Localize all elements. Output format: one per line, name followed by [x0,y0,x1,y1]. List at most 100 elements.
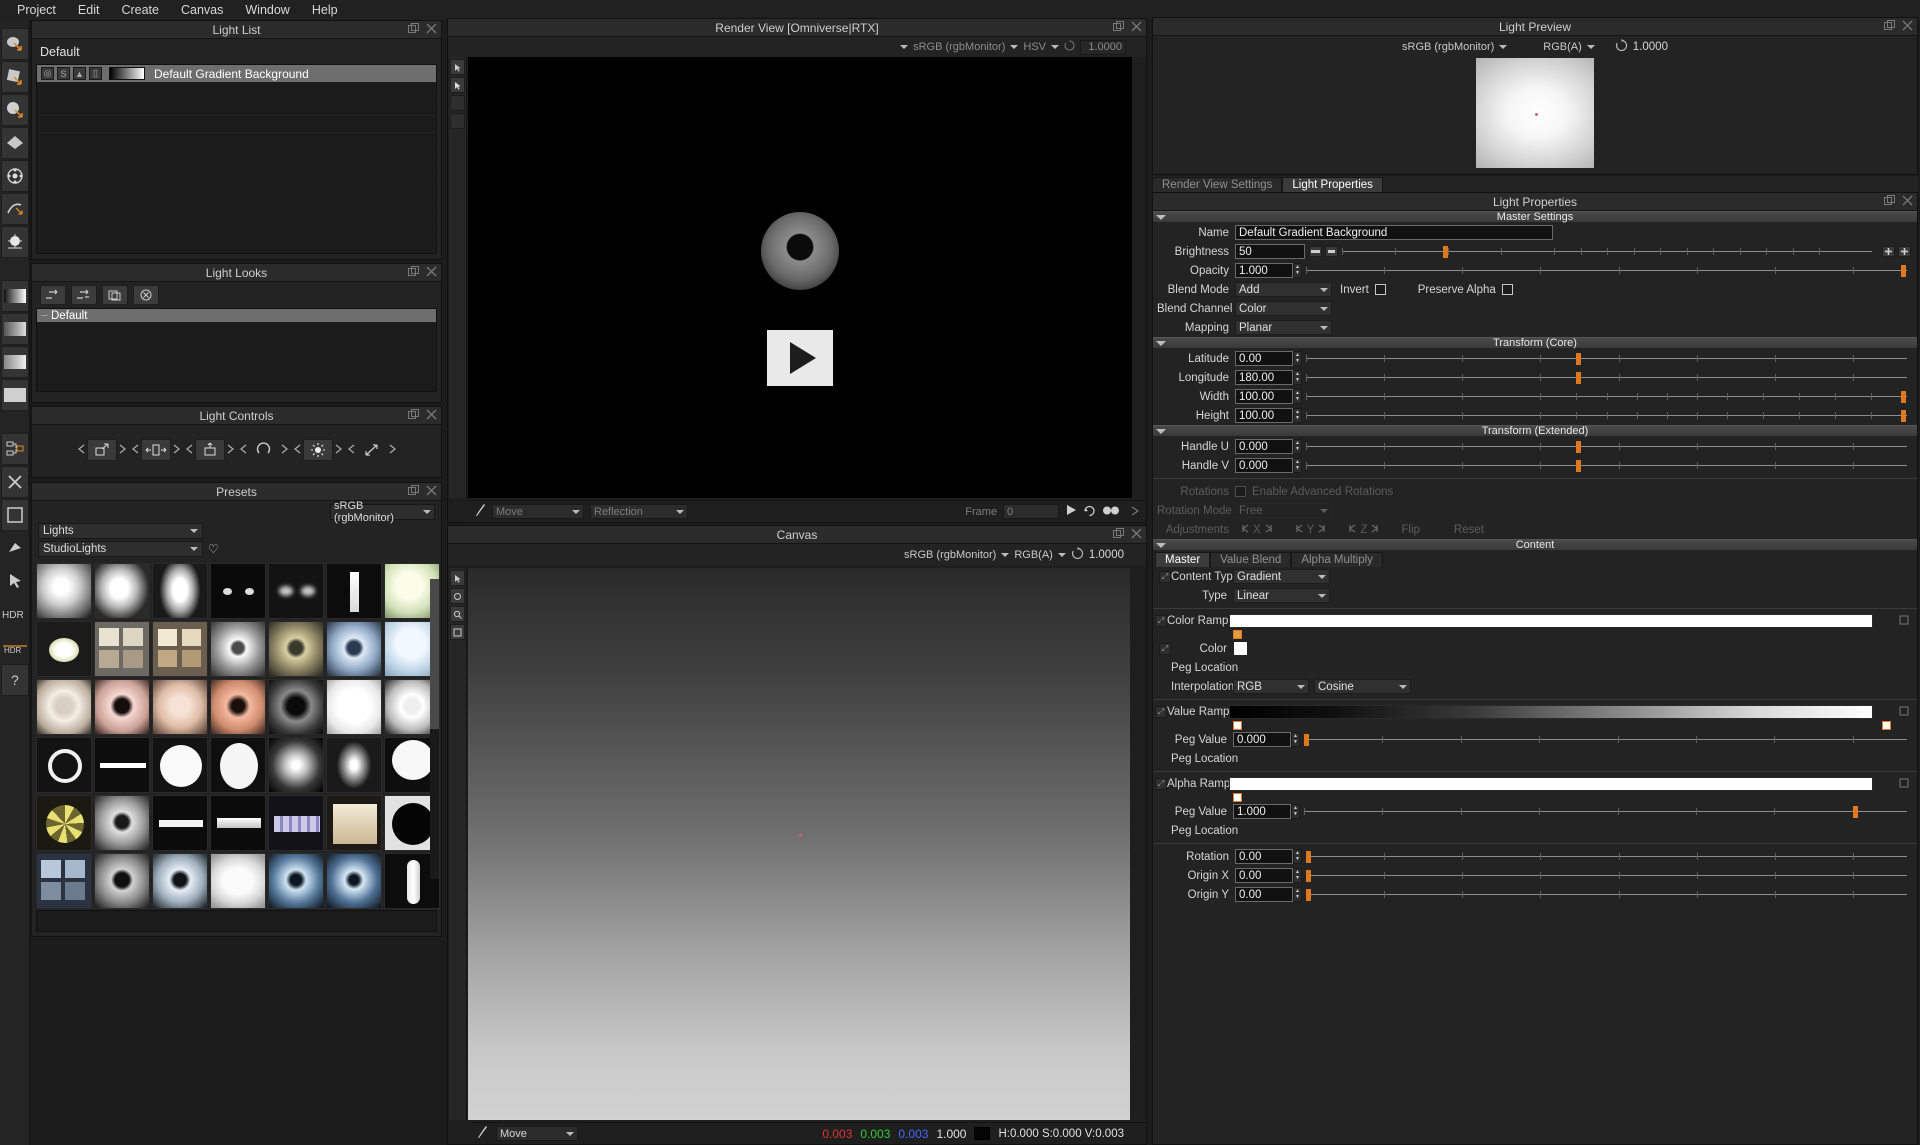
rotate-control[interactable] [239,439,288,461]
preset-thumbnail[interactable] [268,621,324,677]
preset-thumbnail[interactable] [36,737,92,793]
height-slider[interactable] [1306,408,1907,423]
alpha-ramp-widget[interactable] [1229,777,1873,791]
handle-u-input[interactable]: 0.000 [1235,439,1293,454]
presets-subcategory-select[interactable]: StudioLights [38,541,203,557]
stretch-control[interactable] [347,439,396,461]
latitude-stepper[interactable]: ▲ ▼ [1293,351,1302,366]
ramp-peg[interactable] [1882,721,1891,730]
alpha-ramp-pegs[interactable] [1233,793,1891,802]
canvas-tool-select[interactable]: Move [496,1126,578,1141]
loop-icon[interactable] [1083,504,1096,520]
canvas-colorspace[interactable]: sRGB (rgbMonitor) [904,549,996,561]
preset-thumbnail[interactable] [152,563,208,619]
preset-thumbnail[interactable] [268,563,324,619]
section-content[interactable]: Content [1153,539,1917,551]
chevron-down-icon[interactable] [1057,553,1066,557]
tab-render-view-settings[interactable]: Render View Settings [1152,177,1283,192]
right-arrow-icon[interactable] [118,443,126,458]
preset-thumbnail[interactable] [94,563,150,619]
presets-scrollbar[interactable] [430,579,439,879]
light-preview-channel[interactable]: RGB(A) [1543,41,1582,53]
left-arrow-icon[interactable] [1295,524,1304,536]
canvas-channel[interactable]: RGB(A) [1014,549,1053,561]
rotate-icon[interactable] [249,439,279,461]
chevron-down-icon[interactable] [1051,45,1059,49]
undock-icon[interactable] [408,266,419,277]
color-swatch[interactable] [1233,641,1248,656]
pointer-icon[interactable] [1,565,29,597]
latitude-input[interactable]: 0.00 [1235,351,1293,366]
close-icon[interactable] [426,23,437,34]
render-view-tool-4[interactable] [450,113,465,129]
duplicate-look-icon[interactable] [71,285,97,305]
chevron-down-icon[interactable] [1499,45,1508,49]
handle-v-slider[interactable] [1306,458,1907,473]
frame-input[interactable]: 0 [1003,504,1059,519]
gradient-bar3-icon[interactable] [1,346,29,378]
light-preview-colorspace[interactable]: sRGB (rgbMonitor) [1402,41,1494,53]
copy-look-icon[interactable] [102,285,128,305]
help-icon[interactable]: ? [1,664,29,696]
width-input[interactable]: 100.00 [1235,389,1293,404]
longitude-stepper[interactable]: ▲ ▼ [1293,370,1302,385]
preset-thumbnail[interactable] [326,737,382,793]
preset-thumbnail[interactable] [152,621,208,677]
undock-icon[interactable] [1884,195,1895,206]
left-arrow-icon[interactable] [1348,524,1357,536]
rotation-slider[interactable] [1306,849,1907,864]
delete-look-icon[interactable] [133,285,159,305]
presets-category-select[interactable]: Lights [38,523,203,539]
right-arrow-icon[interactable] [388,443,396,458]
value-ramp-pegs[interactable] [1233,721,1891,730]
brightness-increment-icon[interactable] [1882,246,1895,257]
section-master-settings[interactable]: Master Settings [1153,211,1917,223]
adjust-x-group[interactable]: X [1241,524,1273,536]
adjust-y-group[interactable]: Y [1295,524,1327,536]
flip-button[interactable]: Flip [1401,524,1420,536]
menu-create[interactable]: Create [110,1,170,19]
tool-cursor-icon[interactable] [474,503,486,520]
right-arrow-icon[interactable] [1264,524,1273,536]
content-type-select[interactable]: Gradient [1233,569,1330,584]
content-type-lock-icon[interactable]: ⤢ [1159,570,1171,583]
dome-light-icon[interactable] [1,160,29,192]
render-view-mode[interactable]: HSV [1023,41,1046,53]
origin-x-input[interactable]: 0.00 [1235,868,1293,883]
invert-checkbox[interactable] [1374,284,1386,295]
tool-cursor-icon[interactable] [476,1125,488,1142]
left-arrow-icon[interactable] [347,443,356,458]
width-stepper[interactable]: ▲ ▼ [1293,389,1302,404]
height-stepper[interactable]: ▲ ▼ [1293,408,1302,423]
preset-thumbnail[interactable] [36,679,92,735]
longitude-slider[interactable] [1306,370,1907,385]
menu-edit[interactable]: Edit [67,1,111,19]
preset-thumbnail[interactable] [36,853,92,909]
blend-channel-select[interactable]: Color [1235,301,1332,316]
solo-toggle-icon[interactable]: S [57,67,70,80]
canvas-pan-icon[interactable] [450,588,465,604]
translate-control[interactable] [77,439,126,461]
gradient-light-icon[interactable] [1,193,29,225]
render-view-exposure[interactable]: 1.0000 [1080,39,1126,55]
preset-thumbnail[interactable] [94,679,150,735]
tab-alpha-multiply[interactable]: Alpha Multiply [1291,552,1383,567]
opacity-slider[interactable] [1306,263,1907,278]
close-icon[interactable] [1131,21,1142,32]
canvas-viewport[interactable] [468,568,1130,1120]
preset-thumbnail[interactable] [210,737,266,793]
chevron-down-icon[interactable] [1586,45,1595,49]
select-arrow-icon[interactable] [450,59,465,75]
stereo-icon[interactable] [1102,505,1120,519]
right-arrow-icon[interactable] [172,443,180,458]
menu-canvas[interactable]: Canvas [170,1,234,19]
light-list-row[interactable]: ◎ S ▲ ▯ Default Gradient Background [37,65,436,82]
right-arrow-icon[interactable] [1370,524,1379,536]
visibility-toggle-icon[interactable]: ◎ [41,67,54,80]
add-look-icon[interactable] [40,285,66,305]
handle-u-stepper[interactable]: ▲ ▼ [1293,439,1302,454]
left-arrow-icon[interactable] [185,443,194,458]
preset-thumbnail[interactable] [152,853,208,909]
canvas-exposure[interactable]: 1.0000 [1089,549,1124,561]
scale-icon[interactable] [140,439,171,461]
